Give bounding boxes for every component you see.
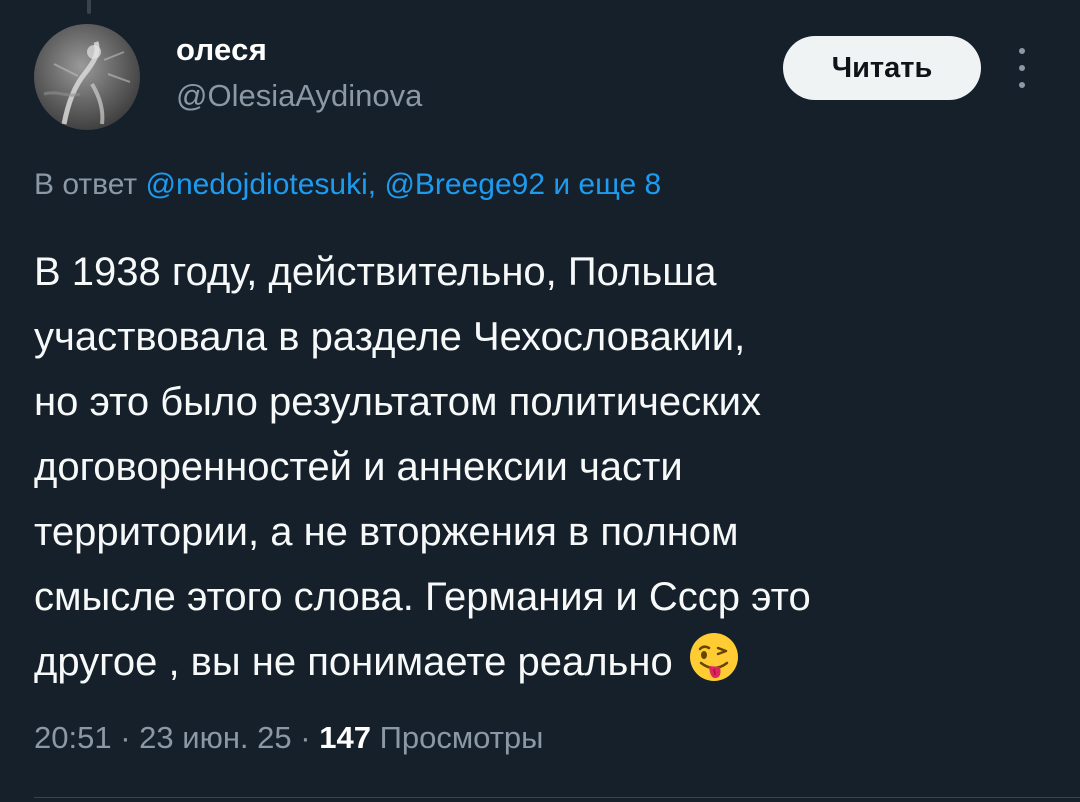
tweet-meta: 20:51 · 23 июн. 25 · 147 Просмотры	[34, 720, 543, 756]
more-mentions-link[interactable]: и еще 8	[553, 168, 661, 201]
reply-prefix: В ответ	[34, 168, 138, 201]
mention-link[interactable]: @Breege92	[384, 168, 545, 201]
views-label[interactable]: Просмотры	[380, 720, 544, 755]
meta-separator: ·	[120, 720, 131, 755]
mention-separator: ,	[367, 168, 377, 201]
follow-button[interactable]: Читать	[783, 36, 981, 100]
meta-separator: ·	[300, 720, 311, 755]
tweet-text-line: договоренностей и аннексии части	[34, 445, 683, 489]
tweet-text: В 1938 году, действительно, Польша участ…	[34, 240, 1044, 695]
avatar[interactable]	[34, 24, 140, 130]
reply-context: В ответ @nedojdiotesuki, @Breege92 и еще…	[34, 168, 661, 202]
more-vertical-icon[interactable]	[1012, 48, 1032, 88]
avatar-photo	[43, 41, 131, 125]
views-count[interactable]: 147	[319, 720, 371, 755]
author-handle[interactable]: @OlesiaAydinova	[176, 78, 422, 114]
tweet-text-line: территории, а не вторжения в полном	[34, 510, 739, 554]
author-display-name[interactable]: олеся	[176, 32, 267, 68]
divider	[34, 797, 1080, 798]
tweet-text-line: но это было результатом политических	[34, 380, 761, 424]
tweet-time[interactable]: 20:51	[34, 720, 112, 755]
tweet-text-last-line: другое , вы не понимаете реально	[34, 630, 1044, 695]
tweet-text-line: участвовала в разделе Чехословакии,	[34, 315, 746, 359]
thread-connector-line	[87, 0, 91, 14]
tweet-text-line: другое , вы не понимаете реально	[34, 640, 673, 684]
winking-face-with-tongue-icon	[689, 633, 738, 681]
tweet-date[interactable]: 23 июн. 25	[139, 720, 292, 755]
tweet-text-line: смысле этого слова. Германия и Ссср это	[34, 575, 811, 619]
tweet-text-line: В 1938 году, действительно, Польша	[34, 250, 717, 294]
mention-link[interactable]: @nedojdiotesuki	[145, 168, 367, 201]
